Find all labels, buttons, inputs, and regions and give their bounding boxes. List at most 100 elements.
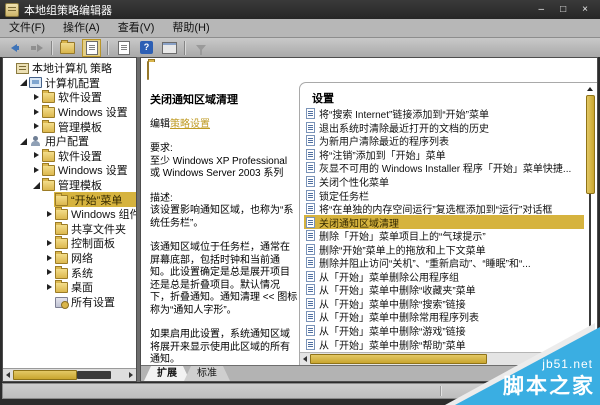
scroll-left-icon[interactable] (303, 356, 307, 362)
folder-icon (42, 90, 55, 104)
back-icon[interactable] (5, 40, 22, 56)
folder-icon (55, 207, 68, 221)
expander-collapsed-icon[interactable] (32, 122, 41, 131)
settings-horizontal-scrollbar[interactable] (300, 352, 587, 365)
policy-setting-icon (306, 243, 315, 255)
expander-collapsed-icon[interactable] (45, 268, 54, 277)
settings-list-item[interactable]: 从「开始」菜单中删除“游戏”链接 (304, 324, 584, 338)
maximize-button[interactable]: □ (560, 4, 566, 15)
settings-vertical-scrollbar[interactable] (586, 87, 595, 349)
filter-icon[interactable] (192, 40, 209, 56)
settings-list-item[interactable]: 删除并阻止访问“关机”、“重新启动”、“睡眠”和“... (304, 256, 584, 270)
settings-list-item[interactable]: 从「开始」菜单中删除常用程序列表 (304, 310, 584, 324)
scroll-right-icon[interactable] (129, 372, 133, 378)
scrollbar-thumb[interactable] (13, 370, 77, 380)
tree-item-label: 软件设置 (58, 92, 102, 105)
settings-list-item[interactable]: 将“注销”添加到「开始」菜单 (304, 148, 584, 162)
expander-collapsed-icon[interactable] (45, 239, 54, 248)
settings-list-item[interactable]: 从「开始」菜单中删除“收藏夹”菜单 (304, 283, 584, 297)
expander-placeholder (45, 224, 54, 233)
tree-item-label: 所有设置 (71, 296, 115, 309)
tree-item[interactable]: 用户配置 (3, 134, 136, 149)
expander-collapsed-icon[interactable] (32, 151, 41, 160)
tree-item[interactable]: Windows 设置 (3, 105, 136, 120)
all-settings-icon (55, 296, 69, 309)
tree-item-body: 网络 (54, 251, 136, 266)
expander-collapsed-icon[interactable] (45, 283, 54, 292)
tree-item[interactable]: 软件设置 (3, 148, 136, 164)
description-paragraph: 该设置影响通知区域，也称为“系统任务栏”。 (150, 205, 294, 229)
minimize-button[interactable]: – (539, 4, 545, 15)
tree-item[interactable]: 系统 (3, 265, 136, 280)
expander-collapsed-icon[interactable] (45, 254, 54, 263)
tree-item[interactable]: Windows 组件 (3, 207, 136, 222)
tab-standard[interactable]: 标准 (184, 366, 230, 381)
menu-file[interactable]: 文件(F) (0, 20, 54, 37)
close-button[interactable]: × (582, 4, 588, 15)
menu-action[interactable]: 操作(A) (54, 20, 109, 37)
expander-expanded-icon[interactable] (19, 137, 28, 146)
description-paragraph: 该通知区域位于任务栏，通常在屏幕底部，包括时钟和当前通知。此设置确定是总是展开项… (150, 242, 298, 316)
tree-item[interactable]: 控制面板 (3, 236, 136, 251)
tree-item[interactable]: 软件设置 (3, 90, 136, 105)
tree-item[interactable]: 桌面 (3, 280, 136, 295)
toolbar-separator (184, 40, 186, 55)
settings-list-item[interactable]: 从「开始」菜单删除公用程序组 (304, 270, 584, 284)
settings-column-header[interactable]: 设置 (312, 90, 334, 106)
expander-collapsed-icon[interactable] (32, 108, 41, 117)
folder-icon (42, 163, 55, 177)
tree-item-label: 软件设置 (58, 150, 102, 163)
settings-list-item[interactable]: 关闭个性化菜单 (304, 175, 584, 189)
settings-list-item[interactable]: 将“搜索 Internet”链接添加到“开始”菜单 (304, 107, 584, 121)
settings-list-item[interactable]: 灰显不可用的 Windows Installer 程序「开始」菜单快捷... (304, 161, 584, 175)
settings-list-item[interactable]: 将“在单独的内存空间运行”复选框添加到“运行”对话框 (304, 202, 584, 216)
scroll-up-icon[interactable] (587, 87, 593, 91)
settings-list-item[interactable]: 退出系统时清除最近打开的文档的历史 (304, 121, 584, 135)
tree-item[interactable]: 所有设置 (3, 295, 136, 310)
expander-collapsed-icon[interactable] (32, 166, 41, 175)
tree-item[interactable]: 计算机配置 (3, 76, 136, 91)
settings-list-item[interactable]: 锁定任务栏 (304, 188, 584, 203)
show-console-tree-icon[interactable] (59, 39, 76, 56)
settings-list-item[interactable]: 从「开始」菜单中删除“帮助”菜单 (304, 337, 584, 352)
properties-icon[interactable] (82, 38, 101, 57)
expander-collapsed-icon[interactable] (32, 93, 41, 102)
scroll-left-icon[interactable] (6, 372, 10, 378)
tree-item[interactable]: 管理模板 (3, 119, 136, 134)
menu-help[interactable]: 帮助(H) (163, 20, 218, 37)
expander-expanded-icon[interactable] (32, 181, 41, 190)
tree-item-label: 共享文件夹 (71, 223, 126, 236)
tree-item[interactable]: Windows 设置 (3, 163, 136, 178)
tab-extended[interactable]: 扩展 (144, 366, 190, 381)
forward-icon[interactable] (28, 40, 45, 56)
expander-expanded-icon[interactable] (19, 78, 28, 87)
tree-item[interactable]: “开始”菜单 (3, 192, 136, 207)
policy-setting-icon (306, 148, 315, 160)
title-bar: 本地组策略编辑器 – □ × (0, 0, 600, 19)
scrollbar-thumb[interactable] (310, 354, 487, 364)
tree-horizontal-scrollbar[interactable] (3, 368, 136, 381)
edit-policy-setting-link[interactable]: 策略设置 (170, 119, 210, 130)
menu-bar: 文件(F) 操作(A) 查看(V) 帮助(H) (0, 19, 600, 38)
settings-list-item[interactable]: 从「开始」菜单中删除“搜索”链接 (304, 297, 584, 311)
tree-item[interactable]: 本地计算机 策略 (3, 61, 136, 76)
settings-list-item[interactable]: 关闭通知区域清理 (304, 215, 584, 230)
settings-list-item[interactable]: 为新用户清除最近的程序列表 (304, 134, 584, 148)
tree-item[interactable]: 管理模板 (3, 178, 136, 193)
settings-list-item[interactable]: 删除“开始”菜单上的拖放和上下文菜单 (304, 242, 584, 257)
tree-item-body: 桌面 (54, 280, 136, 295)
requirements-label: 要求: (150, 143, 173, 154)
tree-item-body: Windows 设置 (41, 163, 136, 178)
expander-collapsed-icon[interactable] (45, 210, 54, 219)
new-window-icon[interactable] (161, 40, 178, 56)
tree-item-label: 系统 (71, 267, 93, 280)
policy-setting-icon (306, 311, 315, 323)
settings-list-item[interactable]: 删除「开始」菜单项目上的“气球提示” (304, 229, 584, 243)
tree-item[interactable]: 共享文件夹 (3, 221, 136, 237)
export-list-icon[interactable] (115, 40, 132, 56)
tree-item[interactable]: 网络 (3, 251, 136, 266)
help-icon[interactable]: ? (138, 40, 155, 56)
menu-view[interactable]: 查看(V) (109, 20, 164, 37)
scrollbar-thumb[interactable] (586, 95, 595, 194)
tree-item-body: Windows 设置 (41, 105, 136, 120)
